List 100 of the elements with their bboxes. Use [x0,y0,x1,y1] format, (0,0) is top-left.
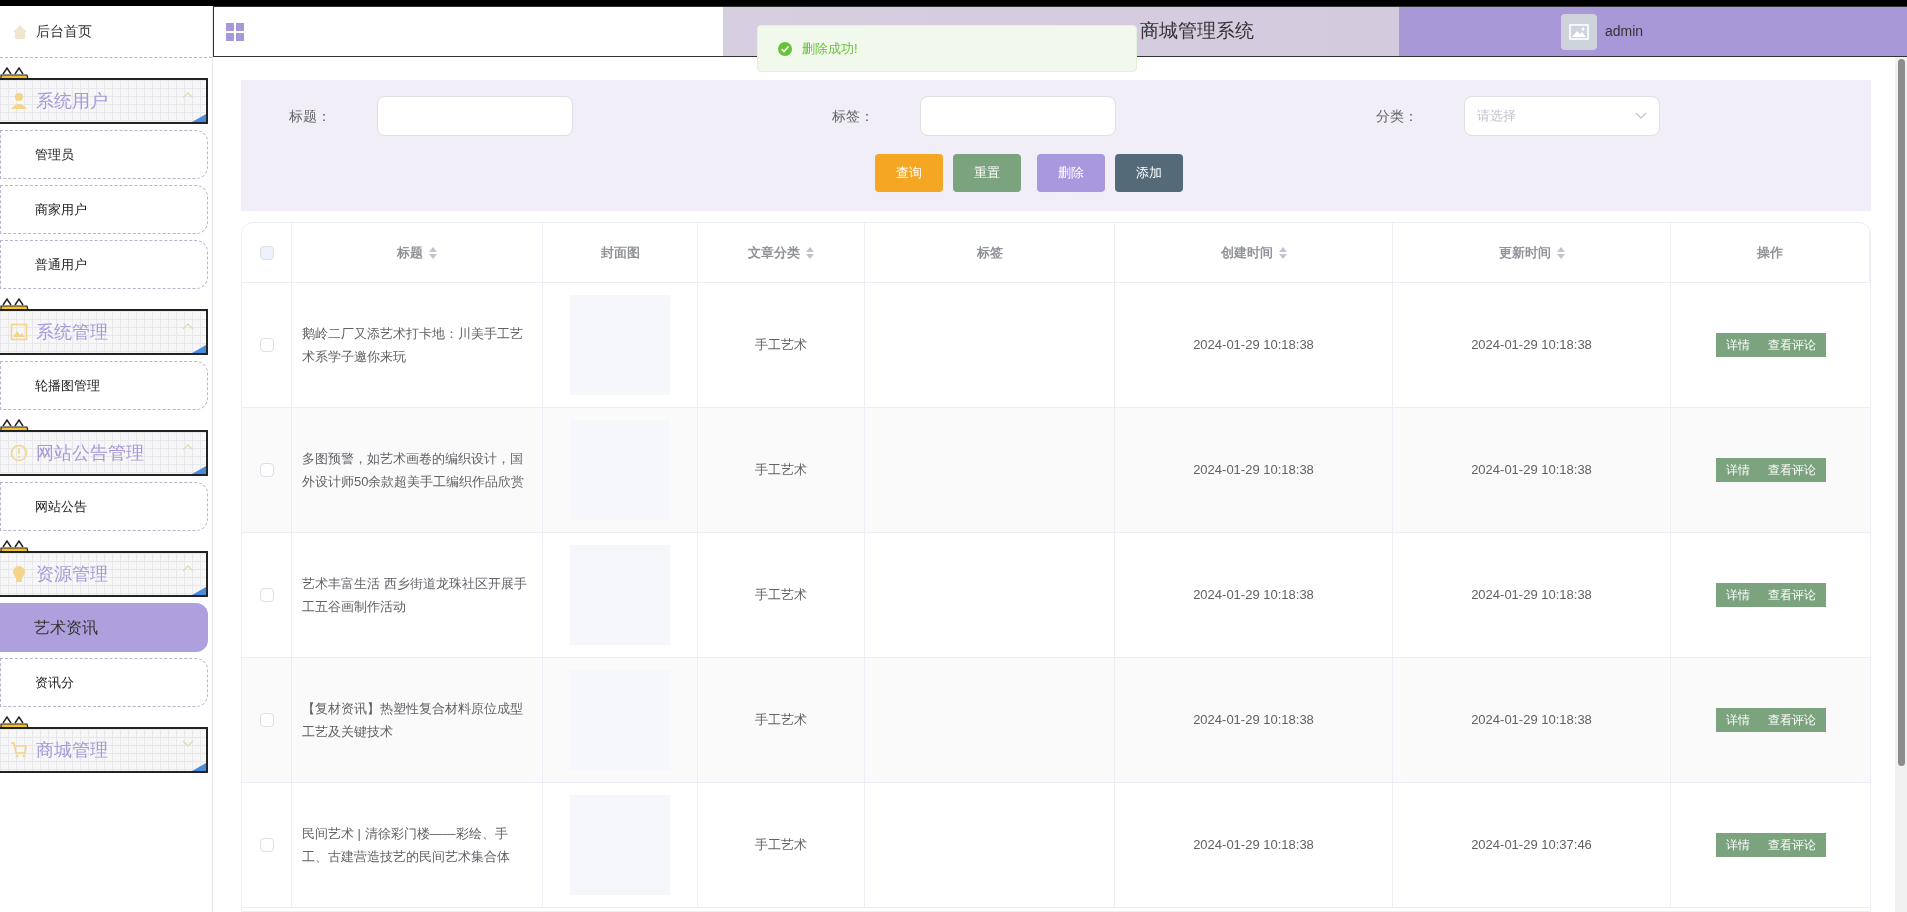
table-cell-text: 2024-01-29 10:18:38 [1471,711,1592,730]
table-cell-text: 2024-01-29 10:18:38 [1193,711,1314,730]
bulb-icon [10,565,28,583]
row-checkbox[interactable] [259,338,274,352]
sort-icon[interactable] [429,246,437,259]
table-cell-text: 2024-01-29 10:18:38 [1193,586,1314,605]
menu-group-title: 商城管理 [36,738,108,762]
row-action-button[interactable]: 查看评论 [1758,333,1826,357]
sidebar-item[interactable]: 普通用户 [0,240,208,289]
table-cell-text: 手工艺术 [755,461,807,480]
table-cell-text: 手工艺术 [755,586,807,605]
table-cell-text: 2024-01-29 10:18:38 [1193,461,1314,480]
chevron-down-icon [1634,112,1647,120]
table-cell-text: 2024-01-29 10:18:38 [1471,586,1592,605]
user-icon [10,92,28,110]
toast-message: 删除成功! [802,39,858,58]
column-header: 更新时间 [1498,243,1551,262]
sort-icon[interactable] [806,246,814,259]
sidebar-item[interactable]: 艺术资讯 [0,603,208,652]
row-action-button[interactable]: 查看评论 [1758,833,1826,857]
table-cell-text: 手工艺术 [755,336,807,355]
menu-group-title: 系统用户 [36,89,108,113]
column-header: 操作 [1757,243,1783,262]
column-header: 标题 [397,243,423,262]
scrollbar[interactable] [1895,57,1907,912]
action-button[interactable]: 添加 [1115,154,1183,192]
row-checkbox[interactable] [259,463,274,477]
sort-icon[interactable] [1278,246,1287,259]
table-cell-text: 民间艺术 | 清徐彩门楼——彩绘、手工、古建营造技艺的民间艺术集合体 [302,825,511,866]
row-action-button[interactable]: 查看评论 [1758,708,1826,732]
menu-group-header[interactable]: 系统用户 [0,78,208,124]
menu-group-title: 系统管理 [36,320,108,344]
menu-group-title: 网站公告管理 [36,441,144,465]
sidebar-item[interactable]: 资讯分 [0,658,208,707]
menu-group-header[interactable]: 网站公告管理 [0,430,208,476]
row-checkbox[interactable] [259,838,274,852]
home-icon [12,23,28,40]
row-action-button[interactable]: 查看评论 [1758,458,1826,482]
folded-corner-icon [192,763,206,771]
folded-corner-icon [192,114,206,122]
info-icon [10,444,28,462]
table-cell-text: 2024-01-29 10:18:38 [1471,461,1592,480]
table-cell-text: 2024-01-29 10:18:38 [1193,836,1314,855]
row-action-button[interactable]: 详情 [1715,833,1759,857]
column-header: 标签 [976,243,1003,262]
sidebar-item[interactable]: 后台首页 [0,6,212,58]
column-header: 创建时间 [1220,243,1273,262]
action-button[interactable]: 查询 [875,154,943,192]
menu-group-header[interactable]: 资源管理 [0,551,208,597]
chevron-up-icon [182,322,194,330]
success-icon [778,41,792,56]
action-button[interactable]: 重置 [953,154,1021,192]
menu-group-header[interactable]: 系统管理 [0,309,208,355]
chevron-up-icon [182,91,194,99]
filter-label: 标签： [832,106,876,126]
filter-label: 标题： [289,106,332,126]
table-cell-text: 2024-01-29 10:18:38 [1471,336,1592,355]
chevron-up-icon [182,443,194,451]
column-header: 文章分类 [748,243,800,262]
folded-corner-icon [192,466,206,474]
image-icon [10,323,28,341]
row-checkbox[interactable] [259,713,274,727]
row-action-button[interactable]: 详情 [1715,458,1759,482]
sidebar-item[interactable]: 管理员 [0,130,208,179]
sidebar-item[interactable]: 商家用户 [0,185,208,234]
row-action-button[interactable]: 查看评论 [1758,583,1826,607]
grid-menu-icon[interactable] [226,22,244,41]
folded-corner-icon [192,345,206,353]
avatar-icon[interactable] [1561,13,1597,50]
row-checkbox[interactable] [259,588,274,602]
row-action-button[interactable]: 详情 [1715,583,1759,607]
column-header: 封面图 [600,243,640,262]
filter-label: 分类： [1375,106,1419,126]
table-cell-text: 【复材资讯】热塑性复合材料原位成型工艺及关键技术 [302,700,524,741]
action-button[interactable]: 删除 [1037,154,1105,192]
folded-corner-icon [192,587,206,595]
select-all-checkbox[interactable] [259,245,274,260]
category-select[interactable]: 请选择 [1463,96,1660,136]
table-cell-text: 多图预警，如艺术画卷的编织设计，国外设计师50余款超美手工编织作品欣赏 [302,450,526,491]
sort-icon[interactable] [1556,246,1565,259]
sidebar-item-label: 后台首页 [36,22,92,41]
sidebar-item[interactable]: 轮播图管理 [0,361,208,410]
menu-group-title: 资源管理 [36,562,108,586]
menu-group-header[interactable]: 商城管理 [0,727,208,773]
table-cell-text: 手工艺术 [755,711,807,730]
row-action-button[interactable]: 详情 [1715,333,1759,357]
table-cell-text: 鹅岭二厂又添艺术打卡地：川美手工艺术系学子邀你来玩 [302,325,524,366]
sidebar-item[interactable]: 网站公告 [0,482,208,531]
site-title: 商城管理系统 [1140,19,1254,44]
chevron-up-icon [182,564,194,572]
username[interactable]: admin [1605,21,1644,42]
row-action-button[interactable]: 详情 [1715,708,1759,732]
input-field[interactable] [920,96,1117,136]
chevron-down-icon [182,740,194,748]
cart-icon [10,741,28,759]
table-cell-text: 2024-01-29 10:37:46 [1471,836,1592,855]
input-field[interactable] [377,96,573,136]
table-cell-text: 2024-01-29 10:18:38 [1193,336,1314,355]
table-cell-text: 手工艺术 [755,836,807,855]
table-cell-text: 艺术丰富生活 西乡街道龙珠社区开展手工五谷画制作活动 [302,575,528,616]
